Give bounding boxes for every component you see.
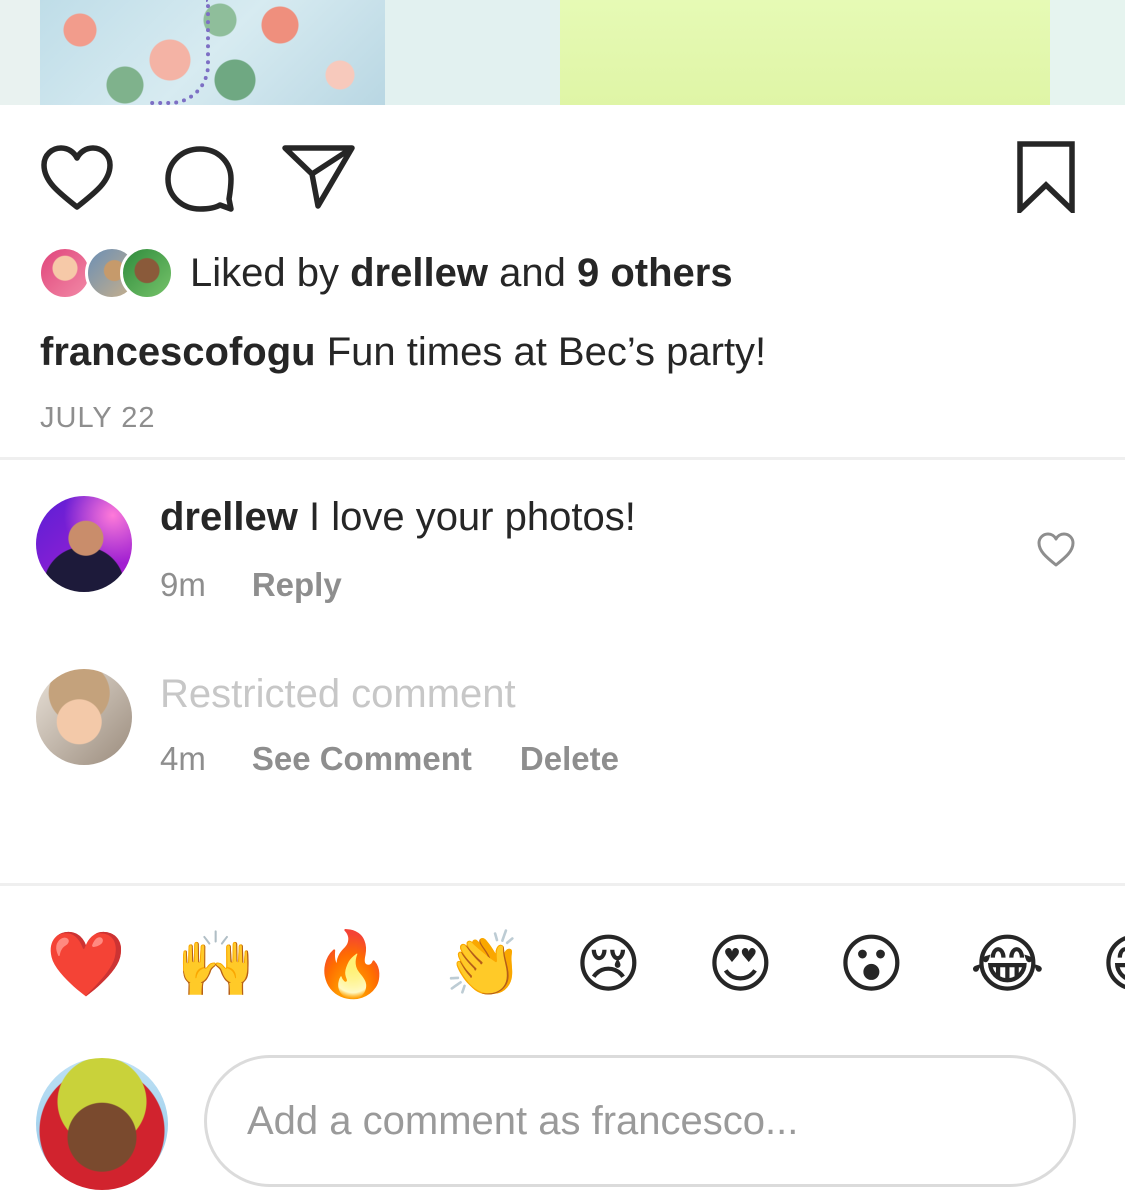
heart-icon[interactable]	[40, 145, 114, 211]
photo-background	[1050, 0, 1125, 105]
emoji-raised-hands[interactable]: 🙌	[176, 920, 256, 1010]
liker-avatars	[38, 244, 174, 302]
post-caption: francescofogu Fun times at Bec’s party!	[40, 330, 766, 375]
emoji-clapping-hands[interactable]: 👏	[444, 920, 524, 1010]
comment-body: I love your photos!	[308, 495, 636, 539]
avatar	[120, 246, 174, 300]
liked-by-others-link[interactable]: 9 others	[577, 251, 733, 295]
comment-username[interactable]: drellew	[160, 495, 298, 539]
liked-by-label: Liked by	[190, 250, 339, 295]
see-comment-button[interactable]: See Comment	[252, 740, 472, 778]
photo-floral-shirt	[40, 0, 385, 105]
liked-by-text: Liked by drellew and 9 others	[190, 251, 733, 296]
comment-timestamp: 9m	[160, 566, 206, 603]
delete-button[interactable]: Delete	[520, 740, 619, 778]
photo-green-shirt	[560, 0, 1050, 105]
caption-username[interactable]: francescofogu	[40, 330, 316, 374]
share-icon[interactable]	[282, 144, 356, 210]
liked-by-username[interactable]: drellew	[350, 251, 488, 295]
emoji-fire[interactable]: 🔥	[312, 920, 392, 1010]
liked-by-and: and	[499, 250, 566, 295]
emoji-reaction-bar: ❤️ 🙌 🔥 👏 😢 😍 😮 😂 😄	[0, 920, 1125, 1010]
photo-necklace	[150, 0, 210, 105]
divider	[0, 883, 1125, 886]
photo-background	[0, 0, 40, 105]
bookmark-icon[interactable]	[1016, 141, 1076, 213]
comment-text: drellew I love your photos!	[160, 495, 636, 540]
emoji-grinning-face[interactable]: 😄	[1101, 920, 1125, 1010]
avatar[interactable]	[36, 496, 132, 592]
emoji-surprised-face[interactable]: 😮	[838, 920, 905, 1010]
comment-heart-icon[interactable]	[1036, 532, 1076, 573]
emoji-heart[interactable]: ❤️	[46, 920, 126, 1010]
avatar	[36, 1058, 168, 1190]
comment-timestamp: 4m	[160, 740, 206, 777]
avatar	[38, 246, 92, 300]
photo-background	[385, 0, 560, 105]
post-photo[interactable]	[0, 0, 1125, 105]
emoji-heart-eyes[interactable]: 😍	[707, 920, 774, 1010]
emoji-crying-face[interactable]: 😢	[575, 920, 642, 1010]
divider	[0, 457, 1125, 460]
reply-button[interactable]: Reply	[252, 566, 342, 604]
emoji-tears-of-joy[interactable]: 😂	[970, 920, 1045, 1010]
restricted-comment-text: Restricted comment	[160, 672, 516, 716]
caption-text: Fun times at Bec’s party!	[326, 330, 767, 374]
avatar[interactable]	[36, 669, 132, 765]
comment-icon[interactable]	[162, 143, 236, 213]
post-date: JULY 22	[40, 402, 156, 434]
comment-meta: 4m See Comment Delete	[160, 740, 667, 778]
comment-meta: 9m Reply	[160, 566, 390, 604]
comment-input[interactable]	[204, 1055, 1076, 1187]
liked-by-row[interactable]: Liked by drellew and 9 others	[38, 244, 733, 302]
